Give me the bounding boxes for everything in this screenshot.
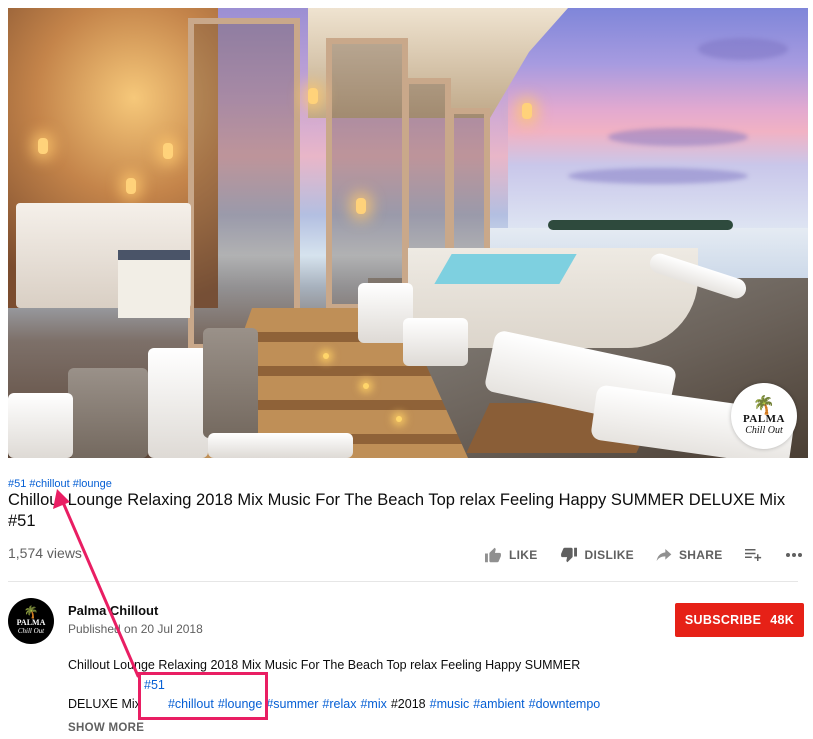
- step-light: [396, 416, 402, 422]
- more-actions-button[interactable]: [785, 552, 803, 558]
- palm-tree-icon: 🌴: [752, 394, 776, 415]
- channel-name-link[interactable]: Palma Chillout: [68, 603, 158, 618]
- dislike-label: DISLIKE: [584, 548, 634, 562]
- annotation-highlight-box: [138, 672, 268, 720]
- door-frame: [326, 38, 408, 310]
- wall-lamp: [522, 103, 532, 119]
- publish-date: Published on 20 Jul 2018: [68, 622, 203, 636]
- description-line: Chillout Lounge Relaxing 2018 Mix Music …: [68, 658, 581, 672]
- hashtag-link[interactable]: #downtempo: [529, 697, 601, 711]
- cloud: [698, 38, 788, 60]
- cushion: [68, 368, 148, 458]
- subscriber-count: 48K: [770, 613, 795, 627]
- hashtag-link[interactable]: #chillout: [29, 478, 69, 490]
- watermark-line1: PALMA: [742, 412, 785, 425]
- island: [548, 220, 733, 230]
- avatar-line1: PALMA: [16, 618, 46, 627]
- like-button[interactable]: LIKE: [484, 547, 538, 563]
- avatar-line2: Chill Out: [17, 627, 45, 635]
- show-more-button[interactable]: SHOW MORE: [68, 722, 144, 734]
- cushion: [8, 393, 73, 458]
- watermark-line2: Chill Out: [745, 424, 783, 436]
- trunk: [118, 250, 190, 318]
- wall-lamp: [38, 138, 48, 154]
- share-label: SHARE: [679, 548, 723, 562]
- subscribe-button[interactable]: SUBSCRIBE 48K: [675, 603, 804, 637]
- subscribe-label: SUBSCRIBE: [684, 613, 762, 627]
- channel-avatar[interactable]: 🌴 PALMA Chill Out: [8, 598, 54, 644]
- hashtag-link[interactable]: #mix: [360, 697, 386, 711]
- step-light: [363, 383, 369, 389]
- thumbs-up-icon: [485, 547, 501, 563]
- section-divider: [8, 581, 798, 582]
- view-count: 1,574 views: [8, 545, 82, 561]
- channel-watermark: 🌴 PALMA Chill Out: [731, 383, 797, 449]
- hashtag-link[interactable]: #lounge: [73, 478, 112, 490]
- video-player[interactable]: 🌴 PALMA Chill Out: [8, 8, 808, 458]
- description-text: DELUXE Mix: [68, 697, 141, 711]
- cushion: [403, 318, 468, 366]
- cloud: [568, 168, 748, 184]
- description-text: #2018: [390, 697, 426, 711]
- pool-water: [434, 254, 577, 284]
- door-frame: [188, 18, 300, 350]
- playlist-add-icon: [744, 549, 761, 561]
- hashtag-link[interactable]: #music: [430, 697, 470, 711]
- wall-lamp: [308, 88, 318, 104]
- cushion: [203, 328, 258, 438]
- cushion: [208, 433, 353, 458]
- cushion: [148, 348, 208, 458]
- action-bar: LIKE DISLIKE SHARE: [484, 547, 803, 563]
- thumbs-down-icon: [560, 547, 577, 563]
- like-label: LIKE: [509, 548, 538, 562]
- wall-lamp: [163, 143, 173, 159]
- wall-lamp: [126, 178, 136, 194]
- step-light: [323, 353, 329, 359]
- dislike-button[interactable]: DISLIKE: [560, 547, 634, 563]
- add-to-playlist-button[interactable]: [744, 548, 763, 562]
- more-horizontal-icon: [785, 553, 802, 557]
- wall-lamp: [356, 198, 366, 214]
- hashtag-link[interactable]: #51: [8, 478, 26, 490]
- video-title: Chillout Lounge Relaxing 2018 Mix Music …: [8, 491, 786, 530]
- super-title-hashtags: #51 #chillout #lounge: [8, 478, 112, 490]
- share-button[interactable]: SHARE: [656, 548, 723, 562]
- hashtag-link[interactable]: #ambient: [473, 697, 524, 711]
- hashtag-link[interactable]: #summer: [266, 697, 318, 711]
- palm-tree-icon: 🌴: [23, 605, 39, 619]
- share-arrow-icon: [656, 549, 672, 561]
- cloud: [608, 128, 748, 146]
- hashtag-link[interactable]: #relax: [322, 697, 356, 711]
